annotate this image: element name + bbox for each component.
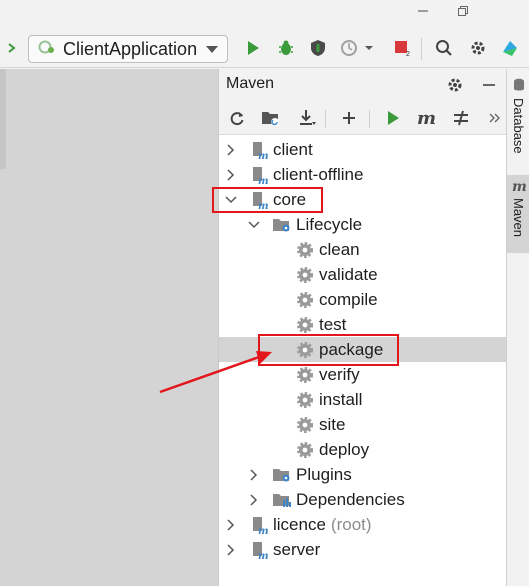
ide-window: ClientApplication 2 Maven m m client m c… (0, 0, 529, 586)
annotation-arrow (159, 351, 272, 394)
